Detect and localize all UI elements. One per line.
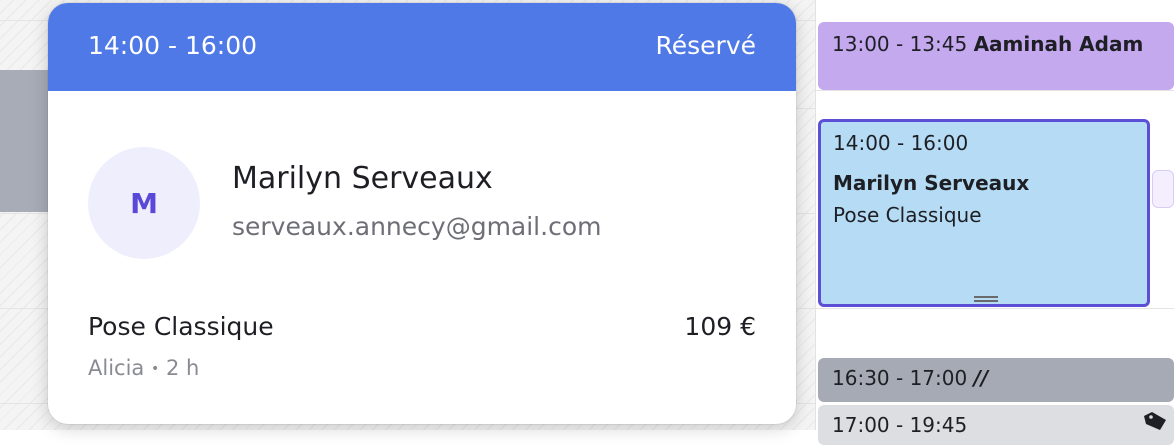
calendar-event-selected[interactable]: 14:00 - 16:00 Marilyn Serveaux Pose Clas… xyxy=(818,119,1150,307)
service-meta: Alicia • 2 h xyxy=(88,356,199,380)
staff-name: Alicia xyxy=(88,356,145,380)
event-client-name: Marilyn Serveaux xyxy=(833,171,1030,195)
event-time: 16:30 - 17:00 xyxy=(832,366,968,390)
calendar-event-aaminah[interactable]: 13:00 - 13:45 Aaminah Adam xyxy=(818,22,1174,90)
meta-separator: • xyxy=(150,361,160,377)
event-service: Pose Classique xyxy=(833,203,982,227)
resize-handle[interactable] xyxy=(974,296,998,302)
blocked-marker: // xyxy=(973,366,989,390)
calendar-event-evening[interactable]: 17:00 - 19:45 xyxy=(818,405,1174,445)
hour-gridline xyxy=(816,90,1174,91)
appointment-status: Réservé xyxy=(655,31,757,60)
overlapping-event-chip[interactable] xyxy=(1152,170,1174,208)
client-email[interactable]: serveaux.annecy@gmail.com xyxy=(232,212,601,241)
event-time: 13:00 - 13:45 xyxy=(832,32,968,56)
event-client-name: Aaminah Adam xyxy=(973,32,1144,56)
service-name: Pose Classique xyxy=(88,312,274,341)
appointment-time: 14:00 - 16:00 xyxy=(88,31,258,60)
avatar: M xyxy=(88,147,200,259)
event-time: 17:00 - 19:45 xyxy=(832,413,968,437)
appointment-popover[interactable]: 14:00 - 16:00 Réservé M Marilyn Serveaux… xyxy=(48,3,796,424)
service-price: 109 € xyxy=(684,312,756,341)
avatar-initial: M xyxy=(130,186,158,220)
service-duration: 2 h xyxy=(165,356,200,380)
column-divider xyxy=(815,0,816,430)
blocked-time-slot[interactable] xyxy=(0,70,48,212)
calendar-event-blocked[interactable]: 16:30 - 17:00 // xyxy=(818,358,1174,402)
popover-header: 14:00 - 16:00 Réservé xyxy=(48,3,796,91)
event-time: 14:00 - 16:00 xyxy=(833,131,969,155)
client-name[interactable]: Marilyn Serveaux xyxy=(232,161,493,196)
hour-gridline xyxy=(816,308,1174,309)
tag-icon xyxy=(1144,412,1166,430)
